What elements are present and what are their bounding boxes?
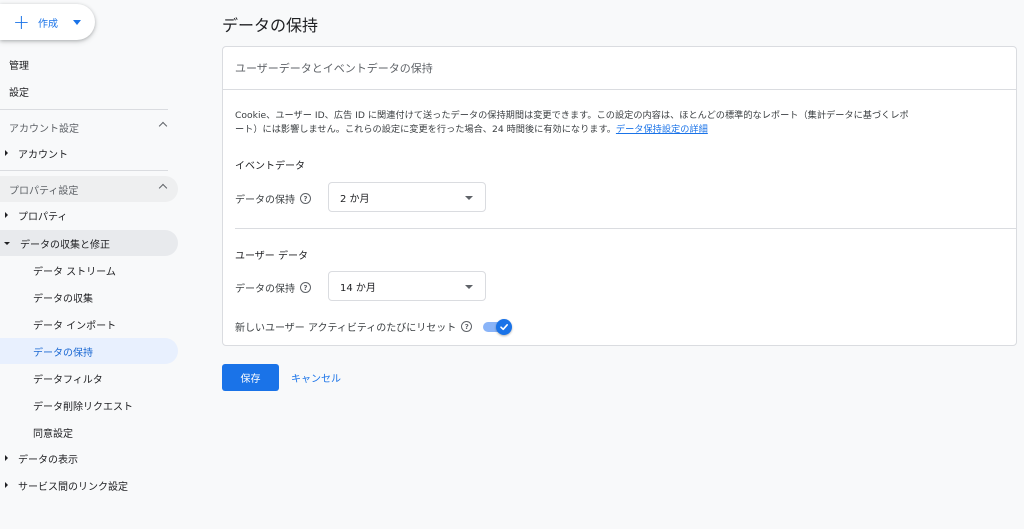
- user-data-heading: ユーザー データ: [235, 251, 308, 262]
- sidebar-item-data-streams[interactable]: データ ストリーム: [0, 257, 178, 283]
- expand-arrow-icon: [5, 482, 8, 488]
- chevron-up-icon: [158, 183, 168, 193]
- save-button[interactable]: 保存: [222, 364, 279, 391]
- event-data-heading: イベントデータ: [235, 161, 305, 172]
- plus-icon: +: [13, 10, 30, 34]
- user-retention-label-text: データの保持: [235, 284, 295, 295]
- sidebar-item-data-retention[interactable]: データの保持: [0, 338, 178, 364]
- reset-on-activity-toggle[interactable]: [483, 318, 513, 335]
- retention-card: ユーザーデータとイベントデータの保持 Cookie、ユーザー ID、広告 ID …: [222, 46, 1017, 346]
- expand-arrow-icon: [5, 455, 8, 461]
- help-icon[interactable]: ?: [300, 282, 311, 293]
- reset-on-activity-label: 新しいユーザー アクティビティのたびにリセット: [235, 323, 457, 334]
- dropdown-arrow-icon: [465, 196, 473, 200]
- expand-arrow-icon: [5, 150, 8, 156]
- sidebar-item-data-filters[interactable]: データフィルタ: [0, 365, 178, 391]
- nav-account[interactable]: アカウント: [0, 142, 68, 164]
- sidebar-item-consent[interactable]: 同意設定: [0, 419, 178, 445]
- sidebar-divider: [0, 170, 168, 171]
- sidebar-item-data-import[interactable]: データ インポート: [0, 311, 178, 337]
- property-settings-label: プロパティ設定: [9, 185, 79, 197]
- event-retention-select[interactable]: 2 か月: [328, 182, 486, 212]
- account-settings-section[interactable]: アカウント設定: [0, 114, 178, 140]
- event-retention-label: データの保持 ?: [235, 191, 311, 206]
- page-title: データの保持: [222, 16, 319, 35]
- event-retention-value: 2 か月: [340, 193, 370, 205]
- sidebar-divider: [0, 109, 168, 110]
- user-retention-label: データの保持 ?: [235, 280, 311, 295]
- chevron-up-icon: [158, 121, 168, 131]
- nav-data-collection-group[interactable]: データの収集と修正: [0, 230, 178, 256]
- event-retention-label-text: データの保持: [235, 195, 295, 206]
- reset-on-activity-row: 新しいユーザー アクティビティのたびにリセット ?: [235, 318, 513, 335]
- sidebar: + 作成 管理 設定 アカウント設定 アカウント プロパティ設定 プロパティ デ…: [0, 0, 186, 529]
- description-line-1: Cookie、ユーザー ID、広告 ID に関連付けて送ったデータの保持期間は変…: [235, 110, 909, 121]
- nav-data-display-label: データの表示: [18, 454, 78, 466]
- nav-account-label: アカウント: [18, 149, 68, 161]
- create-label: 作成: [38, 18, 58, 30]
- user-retention-value: 14 か月: [340, 282, 376, 294]
- collapse-arrow-icon: [4, 241, 10, 245]
- nav-data-display[interactable]: データの表示: [0, 447, 78, 469]
- card-header: ユーザーデータとイベントデータの保持: [223, 47, 1016, 90]
- check-icon: [496, 318, 513, 335]
- sidebar-item-data-collection[interactable]: データの収集: [0, 284, 178, 310]
- nav-data-collection-label: データの収集と修正: [20, 239, 110, 251]
- description: Cookie、ユーザー ID、広告 ID に関連付けて送ったデータの保持期間は変…: [235, 109, 1010, 137]
- property-settings-section[interactable]: プロパティ設定: [0, 176, 178, 202]
- description-line-2: ート）には影響しません。これらの設定に変更を行った場合、24 時間後に有効になり…: [235, 124, 616, 135]
- nav-service-links[interactable]: サービス間のリンク設定: [0, 474, 128, 496]
- nav-service-links-label: サービス間のリンク設定: [18, 481, 128, 493]
- help-icon[interactable]: ?: [461, 321, 473, 332]
- sidebar-item-data-deletion[interactable]: データ削除リクエスト: [0, 392, 178, 418]
- user-retention-select[interactable]: 14 か月: [328, 271, 486, 301]
- chevron-down-icon: [73, 19, 81, 25]
- learn-more-link[interactable]: データ保持設定の詳細: [616, 124, 708, 135]
- dropdown-arrow-icon: [465, 285, 473, 289]
- expand-arrow-icon: [5, 212, 8, 218]
- section-divider: [235, 228, 1017, 229]
- nav-property[interactable]: プロパティ: [0, 204, 67, 226]
- nav-admin[interactable]: 管理: [0, 53, 29, 75]
- cancel-button[interactable]: キャンセル: [291, 364, 341, 391]
- nav-settings[interactable]: 設定: [0, 80, 29, 102]
- help-icon[interactable]: ?: [300, 193, 311, 204]
- account-settings-label: アカウント設定: [9, 123, 79, 135]
- nav-property-label: プロパティ: [18, 211, 68, 223]
- create-button[interactable]: + 作成: [0, 4, 95, 40]
